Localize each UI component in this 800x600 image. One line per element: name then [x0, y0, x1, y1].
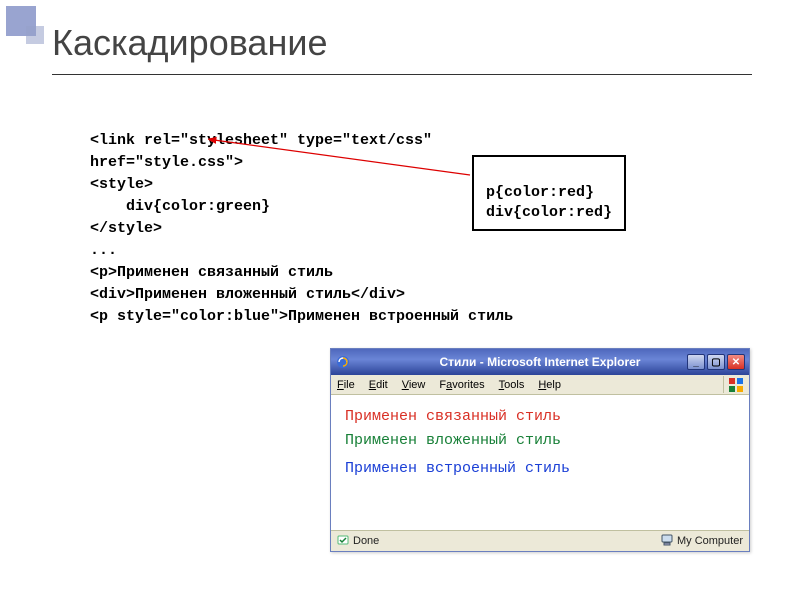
menu-tools[interactable]: Tools — [499, 379, 525, 391]
rendered-line-1: Применен связанный стиль — [345, 405, 735, 429]
done-icon — [337, 534, 349, 549]
app-icon — [335, 354, 351, 370]
rendered-line-3: Применен встроенный стиль — [345, 457, 735, 481]
maximize-button[interactable]: ▢ — [707, 354, 725, 370]
external-css-box: p{color:red} div{color:red} — [472, 155, 626, 231]
code-line: <style> — [90, 176, 153, 193]
css-rule: p{color:red} — [486, 184, 594, 201]
code-line: </style> — [90, 220, 162, 237]
status-done: Done — [353, 535, 379, 547]
menu-view[interactable]: View — [402, 379, 426, 391]
window-title: Стили - Microsoft Internet Explorer — [440, 355, 641, 369]
menu-bar: File Edit View Favorites Tools Help — [331, 375, 749, 395]
code-line: href="style.css"> — [90, 154, 243, 171]
browser-window: Стили - Microsoft Internet Explorer _ ▢ … — [330, 348, 750, 552]
browser-viewport: Применен связанный стиль Применен вложен… — [331, 395, 749, 531]
menu-help[interactable]: Help — [538, 379, 561, 391]
status-bar: Done My Computer — [331, 531, 749, 551]
window-titlebar: Стили - Microsoft Internet Explorer _ ▢ … — [331, 349, 749, 375]
status-zone: My Computer — [677, 535, 743, 547]
title-underline — [52, 74, 752, 75]
slide-corner-decoration — [6, 6, 50, 50]
code-line: <div>Применен вложенный стиль</div> — [90, 286, 405, 303]
menu-file[interactable]: File — [337, 379, 355, 391]
code-line: <link rel="stylesheet" type="text/css" — [90, 132, 432, 149]
close-button[interactable]: ✕ — [727, 354, 745, 370]
minimize-button[interactable]: _ — [687, 354, 705, 370]
my-computer-icon — [661, 534, 673, 549]
code-line: div{color:green} — [90, 198, 270, 215]
menu-favorites[interactable]: Favorites — [439, 379, 484, 391]
code-sample: <link rel="stylesheet" type="text/css" h… — [90, 108, 513, 328]
code-line: <p style="color:blue">Применен встроенны… — [90, 308, 513, 325]
menu-edit[interactable]: Edit — [369, 379, 388, 391]
code-line: <p>Применен связанный стиль — [90, 264, 333, 281]
slide-title: Каскадирование — [52, 22, 327, 64]
css-rule: div{color:red} — [486, 204, 612, 221]
rendered-line-2: Применен вложенный стиль — [345, 429, 735, 453]
windows-logo-icon — [723, 376, 745, 393]
code-line: ... — [90, 242, 117, 259]
